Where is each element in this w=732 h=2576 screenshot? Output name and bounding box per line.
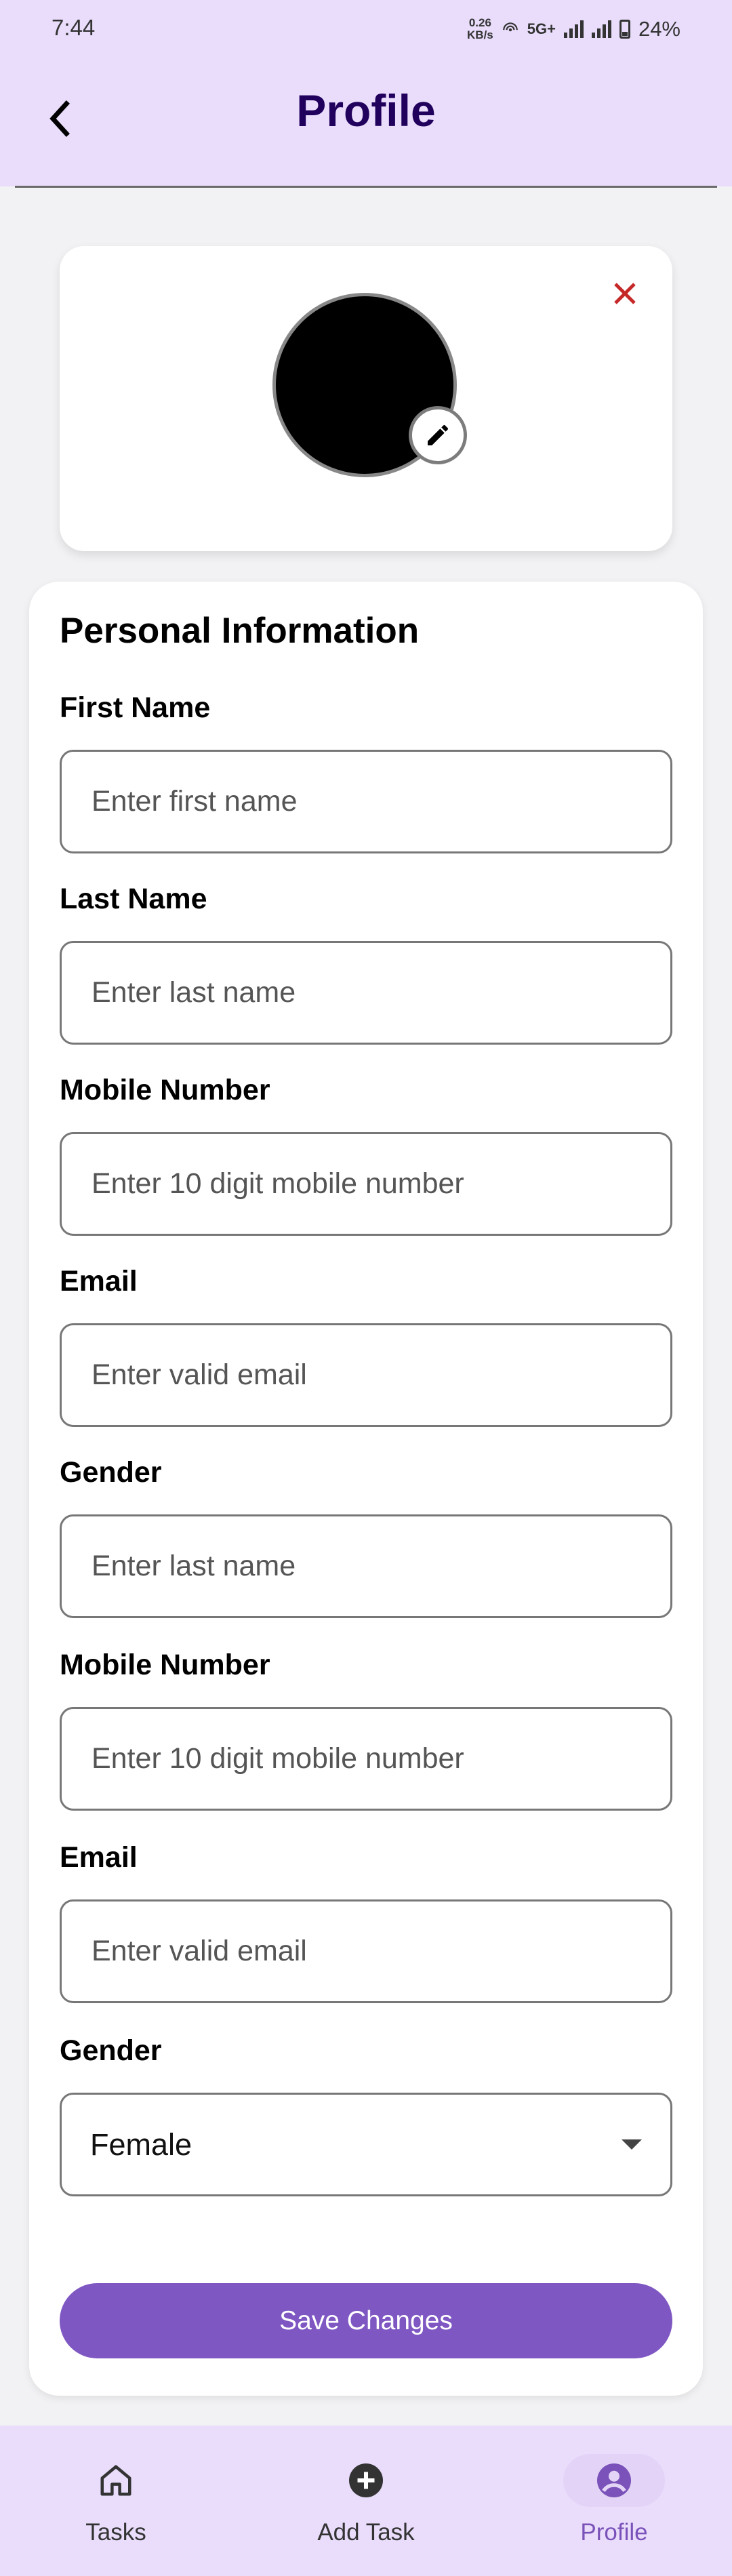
- nav-item-tasks[interactable]: Tasks: [65, 2426, 167, 2576]
- nav-label-add-task: Add Task: [317, 2519, 415, 2545]
- status-icons: 0.26 KB/s 5G+ 24%: [467, 12, 680, 46]
- nav-item-profile[interactable]: Profile: [563, 2426, 665, 2576]
- network-speed-value: 0.26: [468, 16, 491, 29]
- network-speed-unit: KB/s: [467, 28, 493, 41]
- first-name-label: First Name: [60, 691, 211, 724]
- add-circle-icon: [349, 2463, 383, 2497]
- email-field[interactable]: [60, 1323, 672, 1427]
- remove-photo-button[interactable]: [605, 273, 645, 314]
- network-speed: 0.26 KB/s: [467, 17, 493, 41]
- save-changes-button[interactable]: Save Changes: [60, 2283, 672, 2358]
- nav-label-profile: Profile: [580, 2519, 648, 2545]
- avatar-card: [60, 246, 672, 551]
- mobile-number-field[interactable]: [60, 1132, 672, 1236]
- last-name-input[interactable]: [90, 975, 642, 1010]
- app-bar: 7:44 0.26 KB/s 5G+ 24% Profile: [0, 0, 732, 186]
- email-label-2: Email: [60, 1841, 138, 1874]
- email-field-2[interactable]: [60, 1899, 672, 2003]
- mobile-number-field-2[interactable]: [60, 1707, 672, 1811]
- gender-label: Gender: [60, 1456, 162, 1489]
- battery-icon: [619, 20, 630, 39]
- gender-select-label: Gender: [60, 2034, 162, 2067]
- pencil-icon: [428, 424, 449, 445]
- personal-info-card: Personal Information First Name Last Nam…: [29, 582, 703, 2396]
- dropdown-arrow-icon: [622, 2139, 642, 2150]
- last-name-label: Last Name: [60, 883, 207, 915]
- signal-icon: [563, 20, 584, 38]
- mobile-number-label-2: Mobile Number: [60, 1649, 270, 1681]
- email-input-2[interactable]: [90, 1934, 642, 1969]
- email-label: Email: [60, 1265, 138, 1297]
- first-name-field[interactable]: [60, 750, 672, 853]
- home-icon: [100, 2465, 131, 2496]
- email-input[interactable]: [90, 1358, 642, 1392]
- mobile-number-input-2[interactable]: [90, 1742, 642, 1776]
- signal-icon-2: [591, 20, 611, 38]
- close-icon: [614, 283, 636, 304]
- edit-avatar-button[interactable]: [409, 406, 467, 464]
- hotspot-icon: [502, 22, 518, 32]
- mobile-number-input[interactable]: [90, 1167, 642, 1201]
- nav-label-tasks: Tasks: [85, 2519, 146, 2545]
- mobile-number-label: Mobile Number: [60, 1074, 270, 1106]
- bottom-navigation: Tasks Add Task Profile: [0, 2426, 732, 2576]
- gender-text-input[interactable]: [90, 1549, 642, 1584]
- section-title: Personal Information: [60, 611, 420, 651]
- last-name-field[interactable]: [60, 941, 672, 1045]
- battery-percent: 24%: [638, 17, 680, 41]
- first-name-input[interactable]: [90, 784, 642, 819]
- page-title: Profile: [296, 85, 436, 136]
- nav-item-add-task[interactable]: Add Task: [315, 2426, 417, 2576]
- nav-icon-container: [315, 2454, 417, 2507]
- gender-select-value: Female: [90, 2127, 192, 2162]
- account-circle-icon: [597, 2463, 631, 2497]
- status-time: 7:44: [52, 15, 96, 40]
- gender-select[interactable]: Female: [60, 2093, 672, 2196]
- nav-icon-container-active: [563, 2454, 665, 2507]
- network-type: 5G+: [527, 20, 556, 37]
- gender-text-field[interactable]: [60, 1514, 672, 1618]
- nav-icon-container: [65, 2454, 167, 2507]
- header-divider: [15, 186, 717, 188]
